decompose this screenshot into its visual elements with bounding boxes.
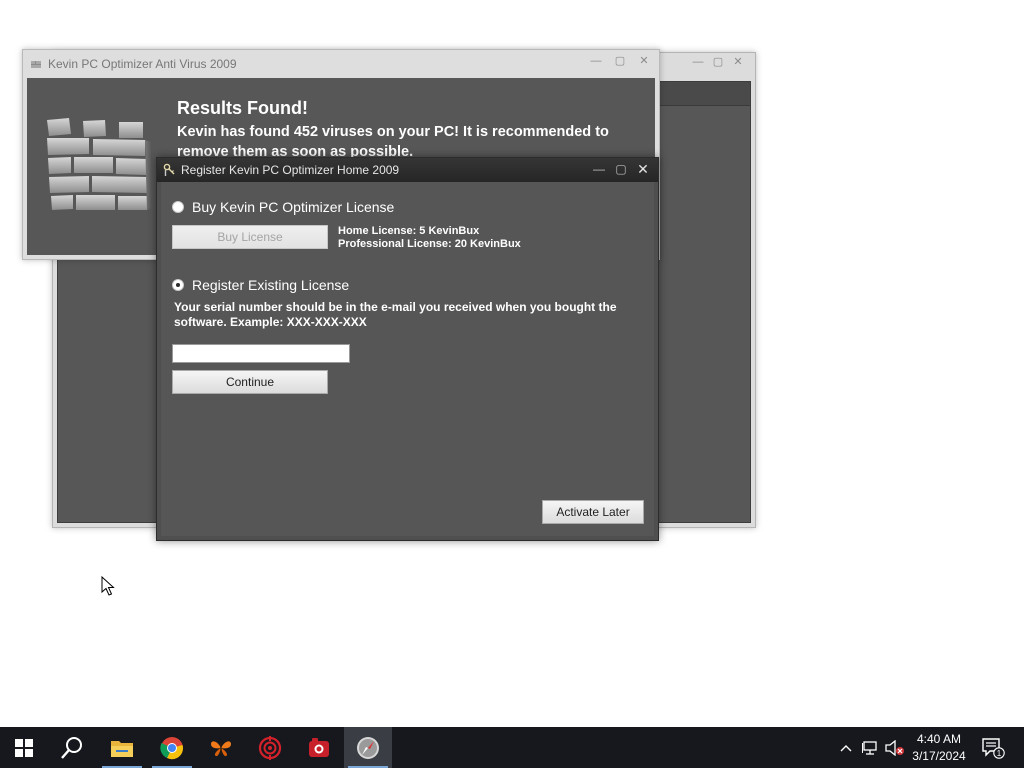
start-icon [15, 738, 33, 757]
network-tray-button[interactable] [860, 727, 882, 768]
register-dialog-titlebar[interactable]: Register Kevin PC Optimizer Home 2009 — … [157, 158, 658, 182]
firewall-icon [47, 118, 151, 210]
register-license-option-label: Register Existing License [192, 277, 350, 293]
show-hidden-icons-button[interactable] [836, 727, 856, 768]
keys-icon [163, 163, 175, 176]
serial-number-instructions: Your serial number should be in the e-ma… [174, 300, 617, 329]
search-icon [61, 736, 82, 759]
network-icon [862, 740, 877, 755]
home-license-price: Home License: 5 KevinBux [338, 225, 480, 237]
minimize-button[interactable]: — [592, 160, 606, 176]
buy-license-option-label: Buy Kevin PC Optimizer License [192, 199, 395, 215]
license-prices: Home License: 5 KevinBux Professional Li… [338, 225, 521, 251]
main-window-controls: — ▢ ✕ [691, 56, 745, 68]
shield-app-icon [31, 61, 41, 68]
taskbar-target-app[interactable] [246, 727, 294, 768]
recorder-app-icon [309, 737, 329, 757]
chevron-up-icon [840, 744, 852, 751]
taskbar-chrome[interactable] [148, 727, 196, 768]
action-center-button[interactable]: 1 [978, 727, 1008, 768]
activate-later-button[interactable]: Activate Later [542, 500, 644, 524]
register-dialog-controls: — ▢ ✕ [592, 160, 650, 177]
butterfly-app-icon [211, 740, 231, 756]
chrome-icon [160, 736, 183, 759]
continue-button[interactable]: Continue [172, 370, 328, 394]
close-button[interactable]: ✕ [636, 160, 650, 177]
clock-time: 4:40 AM [916, 732, 962, 746]
buy-license-radio[interactable] [172, 201, 184, 213]
results-window-controls: — ▢ ✕ [589, 55, 651, 67]
volume-muted-icon [885, 739, 904, 756]
taskbar-optimizer-app[interactable] [344, 727, 392, 768]
file-explorer-icon [111, 740, 133, 757]
maximize-button[interactable]: ▢ [614, 160, 628, 176]
volume-tray-button[interactable] [884, 727, 906, 768]
register-dialog-client: Buy Kevin PC Optimizer License Buy Licen… [161, 182, 654, 536]
register-dialog: Register Kevin PC Optimizer Home 2009 — … [156, 157, 659, 541]
results-window-title: Kevin PC Optimizer Anti Virus 2009 [48, 57, 237, 71]
target-app-icon [258, 735, 282, 760]
taskbar-recorder-app[interactable] [295, 727, 343, 768]
buy-license-button[interactable]: Buy License [172, 225, 328, 249]
serial-number-input[interactable] [172, 344, 350, 363]
clock-date: 3/17/2024 [912, 749, 966, 763]
register-license-radio[interactable] [172, 279, 184, 291]
minimize-button[interactable]: — [691, 56, 705, 68]
notification-icon: 1 [982, 737, 1005, 759]
results-message: Kevin has found 452 viruses on your PC! … [177, 124, 609, 160]
notification-count: 1 [997, 749, 1002, 758]
buy-license-option[interactable]: Buy Kevin PC Optimizer License [172, 199, 394, 215]
close-button[interactable]: ✕ [637, 55, 651, 67]
pro-license-price: Professional License: 20 KevinBux [338, 238, 521, 250]
taskbar-clock[interactable]: 4:40 AM 3/17/2024 [904, 731, 974, 765]
results-window-titlebar[interactable]: Kevin PC Optimizer Anti Virus 2009 — ▢ ✕ [23, 50, 659, 78]
safari-compass-icon [357, 736, 379, 759]
minimize-button[interactable]: — [589, 55, 603, 67]
close-button[interactable]: ✕ [731, 56, 745, 68]
taskbar-file-explorer[interactable] [98, 727, 146, 768]
taskbar: 4:40 AM 3/17/2024 1 [0, 727, 1024, 768]
results-heading: Results Found! [177, 98, 308, 118]
taskbar-butterfly-app[interactable] [197, 727, 245, 768]
start-button[interactable] [0, 727, 48, 768]
register-license-option[interactable]: Register Existing License [172, 277, 349, 293]
search-button[interactable] [48, 727, 96, 768]
register-dialog-title: Register Kevin PC Optimizer Home 2009 [181, 163, 400, 177]
maximize-button[interactable]: ▢ [711, 56, 725, 68]
maximize-button[interactable]: ▢ [613, 55, 627, 67]
mouse-cursor-icon [101, 576, 115, 596]
